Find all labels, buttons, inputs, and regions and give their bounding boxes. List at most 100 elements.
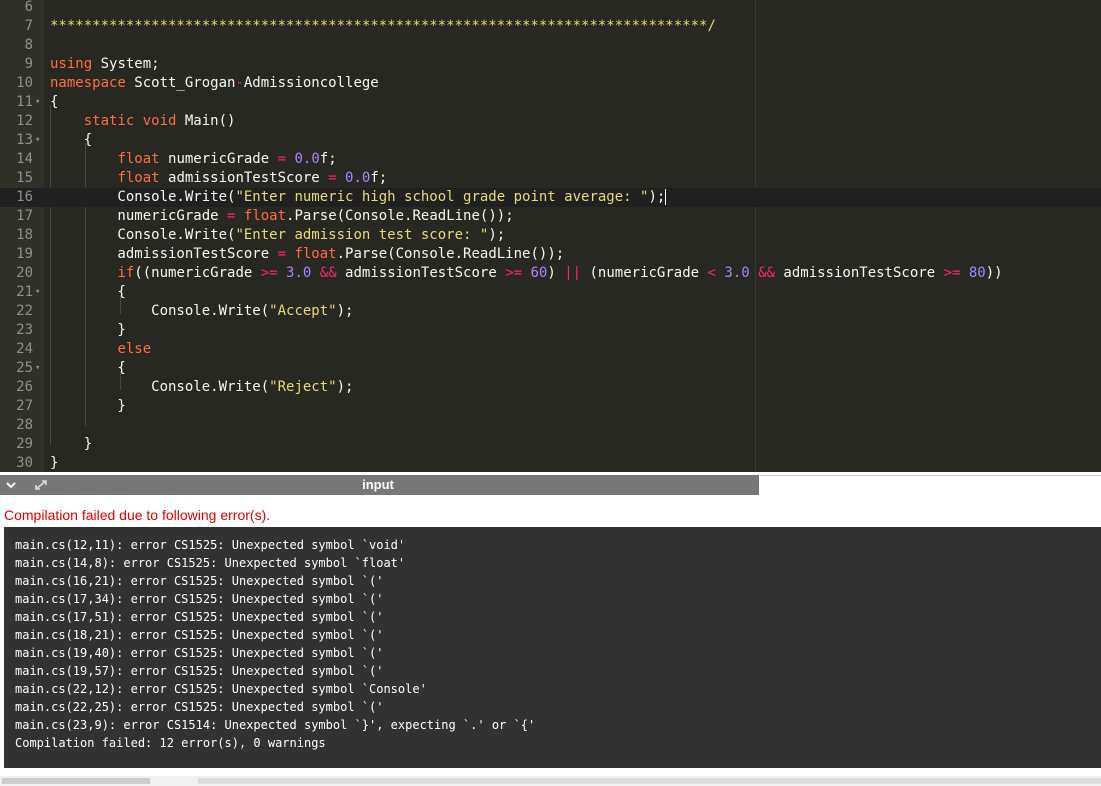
scrollbar-thumb[interactable] xyxy=(2,778,150,784)
code-text[interactable]: float numericGrade = 0.0f; xyxy=(50,150,337,169)
code-line[interactable]: 7 ***************************************… xyxy=(0,17,1101,36)
code-line[interactable]: 23 } xyxy=(0,321,1101,340)
code-token: = xyxy=(328,170,337,186)
code-token: ****************************************… xyxy=(50,18,716,34)
code-line[interactable]: 29 } xyxy=(0,435,1101,454)
line-number: 10 xyxy=(16,75,33,91)
code-text[interactable]: { xyxy=(50,283,126,302)
code-token: Console.Write( xyxy=(50,303,270,319)
code-text[interactable]: } xyxy=(50,454,58,472)
code-text[interactable]: numericGrade = float.Parse(Console.ReadL… xyxy=(50,207,513,226)
line-number: 6 xyxy=(24,0,33,15)
code-line[interactable]: 6 xyxy=(0,0,1101,17)
code-line[interactable]: 24 else xyxy=(0,340,1101,359)
line-number: 12 xyxy=(16,113,33,129)
line-number: 27 xyxy=(16,398,33,414)
code-line[interactable]: 12 static void Main() xyxy=(0,112,1101,131)
code-token: admissionTestScore xyxy=(159,170,329,186)
code-line[interactable]: 10 namespace Scott_Grogan-Admissioncolleg… xyxy=(0,74,1101,93)
code-token: numericGrade xyxy=(50,208,228,224)
code-line[interactable]: 28 xyxy=(0,416,1101,435)
code-token: { xyxy=(50,360,126,376)
code-token: { xyxy=(50,284,126,300)
code-token: (numericGrade xyxy=(581,265,708,281)
code-text[interactable]: { xyxy=(50,131,92,150)
code-editor[interactable]: 6 7 **************************************… xyxy=(0,0,1101,472)
code-text[interactable]: Console.Write("Enter numeric high school… xyxy=(50,188,667,207)
code-line[interactable]: 19 admissionTestScore = float.Parse(Cons… xyxy=(0,245,1101,264)
code-token: ); xyxy=(488,227,506,243)
code-text[interactable]: { xyxy=(50,93,58,112)
fold-arrow-icon[interactable]: ▾ xyxy=(35,359,45,378)
code-token: if xyxy=(117,265,135,281)
output-line: main.cs(22,25): error CS1525: Unexpected… xyxy=(15,700,384,714)
code-text[interactable]: namespace Scott_Grogan-Admissioncollege xyxy=(50,74,379,93)
fold-arrow-icon[interactable]: ▾ xyxy=(35,283,45,302)
code-line[interactable]: 15 float admissionTestScore = 0.0f; xyxy=(0,169,1101,188)
line-number: 8 xyxy=(24,37,33,53)
code-text[interactable]: Console.Write("Enter admission test scor… xyxy=(50,226,505,245)
code-text[interactable]: } xyxy=(50,321,126,340)
line-number: 15 xyxy=(16,170,33,186)
code-token: .Parse(Console.ReadLine()); xyxy=(336,246,565,262)
code-line[interactable]: 21 ▾ { xyxy=(0,283,1101,302)
code-token: void xyxy=(142,113,177,129)
code-token: "Accept" xyxy=(269,303,337,319)
code-line[interactable]: 16 Console.Write("Enter numeric high sch… xyxy=(0,188,1101,207)
code-token: 3.0 xyxy=(286,265,312,281)
code-token: f; xyxy=(319,151,337,167)
line-number: 20 xyxy=(16,265,33,281)
code-line[interactable]: 27 } xyxy=(0,397,1101,416)
code-line[interactable]: 17 numericGrade = float.Parse(Console.Re… xyxy=(0,207,1101,226)
code-text[interactable]: float admissionTestScore = 0.0f; xyxy=(50,169,387,188)
code-text[interactable]: admissionTestScore = float.Parse(Console… xyxy=(50,245,564,264)
code-text[interactable]: using System; xyxy=(50,55,160,74)
chevron-down-icon[interactable] xyxy=(5,479,17,491)
fold-arrow-icon[interactable]: ▾ xyxy=(35,131,45,150)
code-token: admissionTestScore xyxy=(336,265,506,281)
code-text[interactable]: if((numericGrade >= 3.0 && admissionTest… xyxy=(50,264,1002,283)
expand-icon[interactable] xyxy=(33,478,49,492)
line-number: 11 xyxy=(16,94,33,110)
code-token: Scott_Grogan xyxy=(125,75,236,91)
code-text[interactable]: else xyxy=(50,340,151,359)
code-line[interactable]: 20 if((numericGrade >= 3.0 && admissionT… xyxy=(0,264,1101,283)
io-panel-header: input xyxy=(0,472,1101,496)
fold-arrow-icon[interactable]: ▾ xyxy=(35,93,45,112)
horizontal-scrollbar[interactable] xyxy=(0,776,1101,786)
code-line[interactable]: 18 Console.Write("Enter admission test s… xyxy=(0,226,1101,245)
code-line[interactable]: 9 using System; xyxy=(0,55,1101,74)
output-line: Compilation failed: 12 error(s), 0 warni… xyxy=(15,736,326,750)
code-token: >= xyxy=(505,265,523,281)
scrollbar-track[interactable] xyxy=(198,778,1101,784)
code-line[interactable]: 22 Console.Write("Accept"); xyxy=(0,302,1101,321)
code-text[interactable]: ****************************************… xyxy=(50,17,716,36)
code-line[interactable]: 8 xyxy=(0,36,1101,55)
code-text[interactable]: static void Main() xyxy=(50,112,236,131)
output-line: main.cs(19,40): error CS1525: Unexpected… xyxy=(15,646,384,660)
code-text[interactable]: } xyxy=(50,435,92,454)
code-text[interactable]: } xyxy=(50,397,125,416)
code-line[interactable]: 14 float numericGrade = 0.0f; xyxy=(0,150,1101,169)
code-text[interactable]: Console.Write("Reject"); xyxy=(50,378,353,397)
line-number: 17 xyxy=(16,208,33,224)
line-number: 26 xyxy=(16,379,33,395)
io-panel-title[interactable]: input xyxy=(300,475,456,495)
code-line[interactable]: 26 Console.Write("Reject"); xyxy=(0,378,1101,397)
code-text[interactable]: { xyxy=(50,359,126,378)
code-token: f; xyxy=(370,170,388,186)
code-token: { xyxy=(50,132,93,148)
code-line[interactable]: 25 ▾ { xyxy=(0,359,1101,378)
code-text[interactable]: Console.Write("Accept"); xyxy=(50,302,353,321)
code-token: } xyxy=(50,322,126,338)
code-line[interactable]: 11 ▾ { xyxy=(0,93,1101,112)
code-line[interactable]: 13 ▾ { xyxy=(0,131,1101,150)
line-number: 19 xyxy=(16,246,33,262)
code-token: numericGrade xyxy=(159,151,278,167)
code-line[interactable]: 30} xyxy=(0,454,1101,472)
code-token: static xyxy=(83,113,135,129)
code-token: 60 xyxy=(530,265,548,281)
